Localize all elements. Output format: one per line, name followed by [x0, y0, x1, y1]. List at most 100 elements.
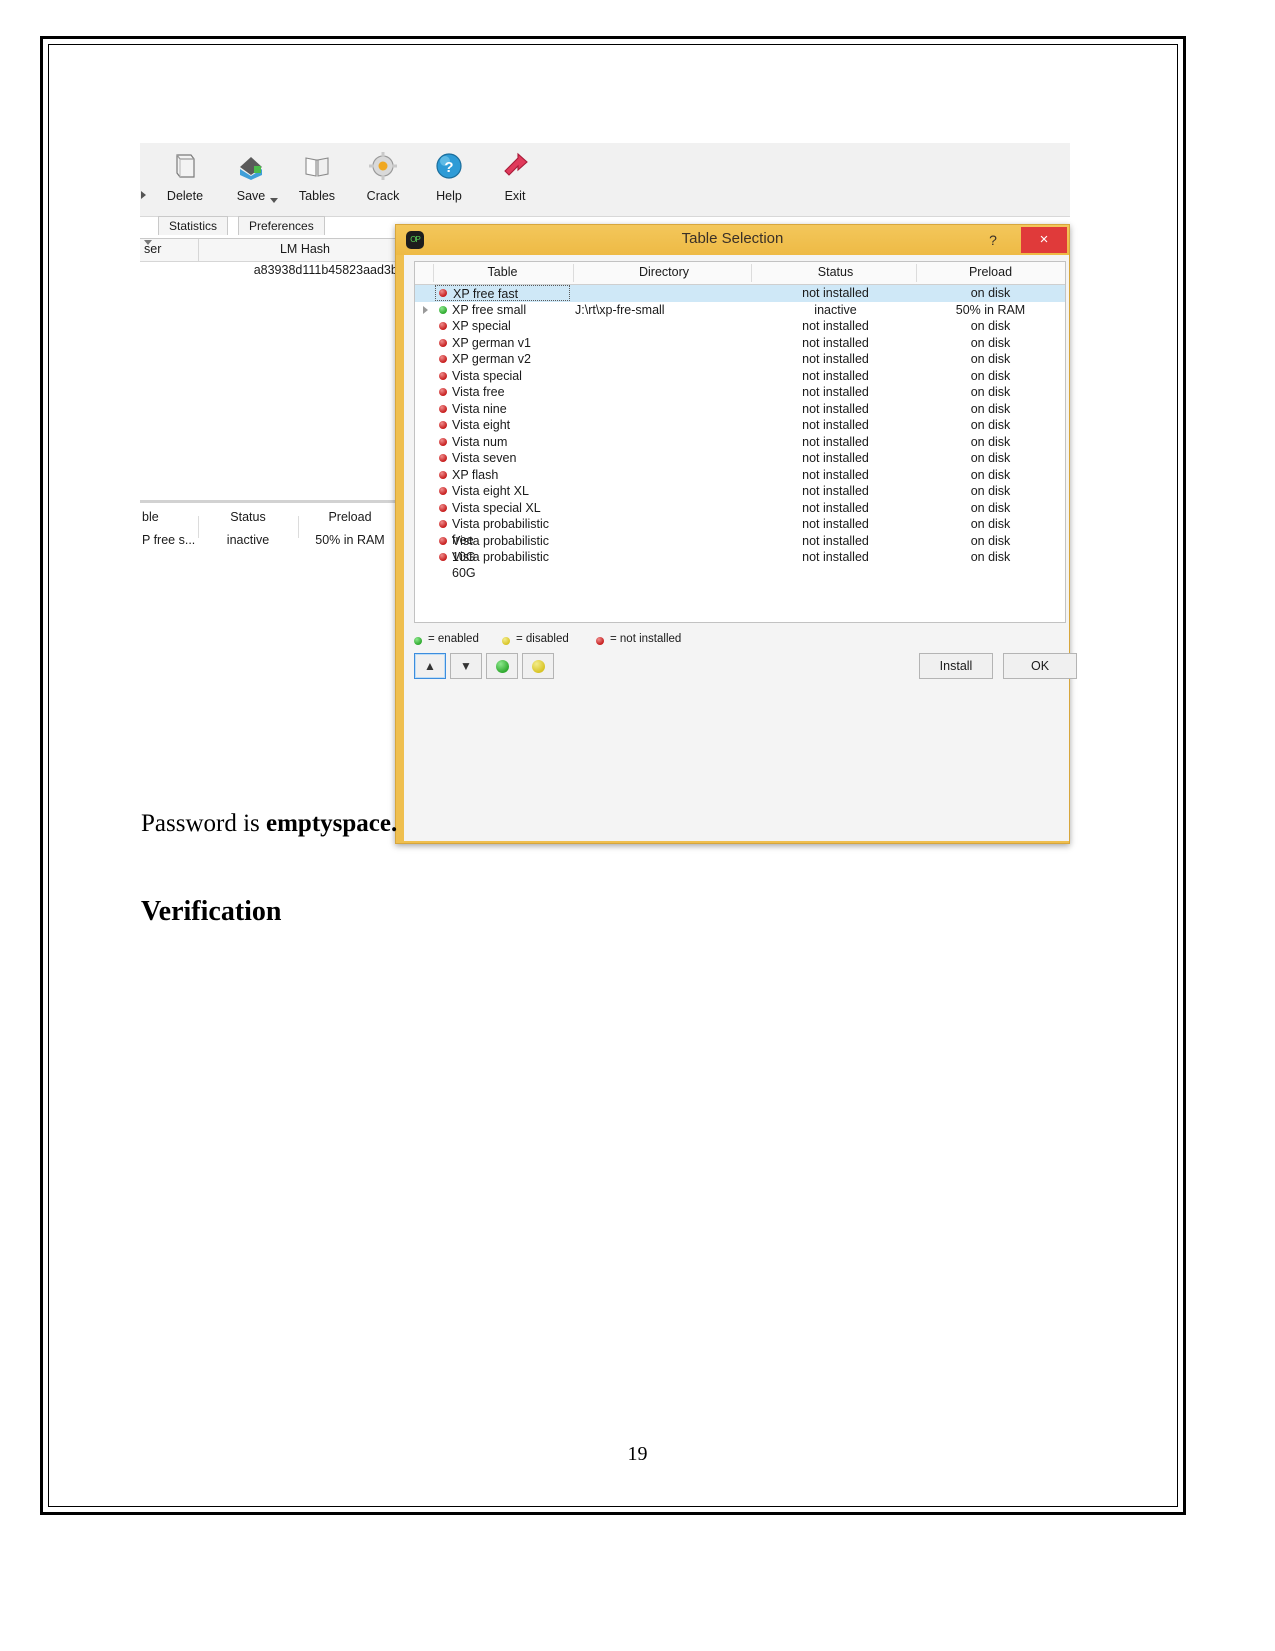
table-row[interactable]: XP special not installed on disk [415, 318, 1065, 335]
cell-status: not installed [802, 550, 869, 564]
tab-statistics[interactable]: Statistics [158, 216, 229, 235]
column-separator [198, 239, 199, 261]
column-header-preload[interactable]: Preload [918, 265, 1063, 279]
table-row[interactable]: Vista nine not installed on disk [415, 401, 1065, 418]
column-header-table[interactable]: ble [142, 510, 196, 524]
expander-triangle-icon[interactable] [423, 305, 428, 314]
table-row[interactable]: Vista special not installed on disk [415, 368, 1065, 385]
column-header-directory[interactable]: Directory [575, 265, 753, 279]
cell-preload: on disk [970, 385, 1011, 399]
cell-status: not installed [802, 368, 869, 383]
help-button[interactable]: ? [979, 229, 1007, 251]
column-separator [433, 264, 434, 282]
cell-status: not installed [802, 434, 869, 449]
cell-preload: on disk [970, 467, 1011, 482]
column-header-table[interactable]: Table [435, 265, 570, 279]
toolbar-button-help-label: Help [436, 189, 462, 203]
cell-table-name: Vista probabilistic 60G [452, 550, 550, 580]
close-icon[interactable]: × [1021, 227, 1067, 253]
table-row[interactable]: Vista special XL not installed on disk [415, 500, 1065, 517]
dialog-titlebar[interactable]: OP Table Selection ? × [396, 225, 1069, 255]
cell-preload: on disk [970, 368, 1011, 383]
table-row[interactable]: Vista eight XL not installed on disk [415, 483, 1065, 500]
cell-status: not installed [802, 385, 869, 399]
sort-arrow-icon[interactable] [144, 240, 152, 245]
table-row[interactable]: XP free fast not installed on disk [415, 285, 1065, 302]
crack-icon [350, 149, 416, 189]
triangle-down-icon: ▼ [460, 659, 472, 673]
table-row[interactable]: P free s... inactive 50% in RAM [140, 532, 402, 552]
cell-table-name: XP german v2 [452, 352, 531, 366]
table-row[interactable]: XP german v2 not installed on disk [415, 351, 1065, 368]
tables-icon [284, 149, 350, 189]
column-header-status[interactable]: Status [200, 510, 296, 524]
install-button[interactable]: Install [919, 653, 993, 679]
tab-preferences[interactable]: Preferences [238, 216, 325, 235]
table-row[interactable]: Vista free not installed on disk [415, 384, 1065, 401]
cell-preload: on disk [970, 319, 1011, 333]
application-screenshot: Delete Save Tables Crack ? Help Exit Sta… [140, 140, 1077, 844]
cell-preload: on disk [970, 286, 1011, 300]
enable-table-button[interactable] [486, 653, 518, 679]
table-row[interactable]: Vista eight not installed on disk [415, 417, 1065, 434]
table-row[interactable]: XP german v1 not installed on disk [415, 335, 1065, 352]
cell-table-name: XP german v1 [452, 335, 531, 350]
toolbar-button-exit[interactable]: Exit [482, 149, 548, 213]
table-row[interactable]: Vista probabilistic 10G not installed on d… [415, 533, 1065, 564]
toolbar-button-save[interactable]: Save [218, 149, 284, 213]
cell-table-name: Vista eight XL [452, 484, 529, 498]
triangle-up-icon: ▲ [424, 659, 436, 673]
cell-status: inactive [814, 302, 857, 317]
toolbar-overflow-arrow-icon[interactable] [141, 191, 146, 199]
table-row[interactable]: XP flash not installed on disk [415, 467, 1065, 484]
toolbar-button-delete[interactable]: Delete [152, 149, 218, 213]
dialog-body: Table Directory Status Preload XP free f… [404, 255, 1077, 841]
move-up-button[interactable]: ▲ [414, 653, 446, 679]
save-split-dropdown-icon[interactable] [270, 198, 278, 203]
table-row[interactable]: Vista seven not installed on disk [415, 450, 1065, 467]
cell-table-name: XP free small [452, 302, 527, 317]
cell-status: not installed [802, 352, 869, 366]
cell-status: not installed [802, 451, 869, 465]
toolbar-button-crack[interactable]: Crack [350, 149, 416, 213]
column-separator [751, 264, 752, 282]
toolbar-button-delete-label: Delete [166, 189, 204, 203]
background-tables-list: ble Status Preload P free s... inactive … [140, 500, 402, 555]
cell-status: not installed [802, 533, 869, 548]
status-legend: = enabled = disabled = not installed [414, 633, 914, 649]
table-row[interactable]: XP free small J:\rt\xp-fre-small inactive 5… [415, 302, 1065, 319]
table-list[interactable]: Table Directory Status Preload XP free f… [414, 261, 1066, 623]
cell-table-name: Vista special [452, 368, 522, 383]
toolbar-button-help[interactable]: ? Help [416, 149, 482, 213]
table-row[interactable]: Vista num not installed on disk [415, 434, 1065, 451]
column-header-status[interactable]: Status [753, 265, 918, 279]
cell-table-name: Vista special XL [452, 500, 541, 515]
table-row[interactable]: Vista probabilistic 60G not installed on d… [415, 549, 1065, 580]
cell-table-name: XP special [452, 319, 511, 333]
cell-preload: on disk [970, 418, 1011, 432]
column-header-preload[interactable]: Preload [300, 510, 400, 524]
table-top-divider [140, 500, 402, 503]
disable-table-button[interactable] [522, 653, 554, 679]
save-icon [218, 149, 284, 189]
cell-status: not installed [802, 335, 869, 350]
body-paragraph: Password is emptyspace. [141, 810, 841, 838]
cell-status: not installed [802, 286, 869, 300]
legend-label: = enabled [428, 633, 479, 645]
cell-status: inactive [226, 533, 270, 547]
toolbar-button-exit-label: Exit [504, 189, 526, 203]
cell-preload: on disk [970, 352, 1011, 366]
ok-button[interactable]: OK [1003, 653, 1077, 679]
column-header-lm-hash[interactable]: LM Hash [210, 242, 400, 256]
table-row[interactable]: Vista probabilistic free not installed on … [415, 516, 1065, 547]
cell-status: not installed [802, 418, 869, 432]
move-down-button[interactable]: ▼ [450, 653, 482, 679]
cell-table-name: Vista num [452, 434, 508, 449]
table-selection-dialog: OP Table Selection ? × Table Directory S… [395, 224, 1077, 844]
toolbar-button-tables[interactable]: Tables [284, 149, 350, 213]
background-tables-header: ble Status Preload [140, 508, 402, 538]
cell-table-name: Vista seven [452, 451, 517, 465]
paragraph-bold-password: emptyspace. [266, 810, 398, 837]
delete-icon [152, 149, 218, 189]
cell-preload: on disk [970, 517, 1011, 531]
